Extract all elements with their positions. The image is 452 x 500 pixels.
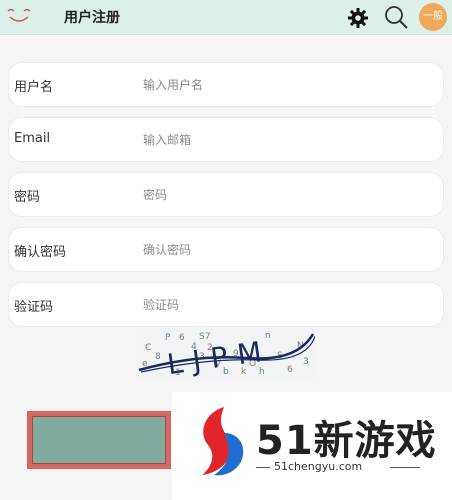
watermark-logo-icon: [202, 407, 244, 476]
submit-button[interactable]: [27, 411, 171, 469]
register-form: 用户名 Email 密码 确认密码 验证码: [8, 62, 444, 337]
captcha-label: 验证码: [14, 300, 54, 315]
captcha-noise: 6: [179, 333, 185, 343]
header-bar: 用户注册 一般: [0, 0, 452, 35]
password-label: 密码: [14, 190, 41, 205]
captcha-noise: S7: [199, 332, 210, 342]
captcha-noise: C: [145, 343, 151, 353]
submit-button-face: [32, 416, 166, 464]
username-input[interactable]: [141, 71, 435, 99]
captcha-noise: 8: [155, 352, 161, 362]
watermark-divider: [390, 467, 420, 468]
captcha-noise: P: [165, 333, 171, 343]
page-title: 用户注册: [64, 10, 120, 26]
captcha-noise: 6: [287, 365, 293, 375]
watermark-brand: 51新游戏: [256, 418, 437, 464]
captcha-input[interactable]: [141, 291, 435, 319]
captcha-row: 验证码: [8, 282, 444, 327]
watermark-url: 51chengyu.com: [274, 460, 363, 473]
captcha-image[interactable]: P 6 S7 C 4 2 e 8 3 9 O n S 6 b k h N 1 3…: [137, 328, 315, 380]
email-row: Email: [8, 117, 444, 162]
gear-icon[interactable]: [347, 7, 369, 29]
watermark-divider: [256, 467, 270, 468]
username-row: 用户名: [8, 62, 444, 107]
confirm-password-input[interactable]: [141, 236, 435, 264]
confirm-password-label: 确认密码: [14, 245, 67, 260]
confirm-password-row: 确认密码: [8, 227, 444, 272]
password-input[interactable]: [141, 181, 435, 209]
email-input[interactable]: [141, 126, 435, 154]
password-row: 密码: [8, 172, 444, 217]
search-icon[interactable]: [383, 4, 409, 30]
username-label: 用户名: [14, 80, 54, 95]
email-label: Email: [14, 131, 51, 146]
captcha-noise: 3: [303, 357, 309, 367]
app-logo-icon[interactable]: [6, 7, 32, 25]
avatar[interactable]: 一般: [419, 3, 447, 31]
